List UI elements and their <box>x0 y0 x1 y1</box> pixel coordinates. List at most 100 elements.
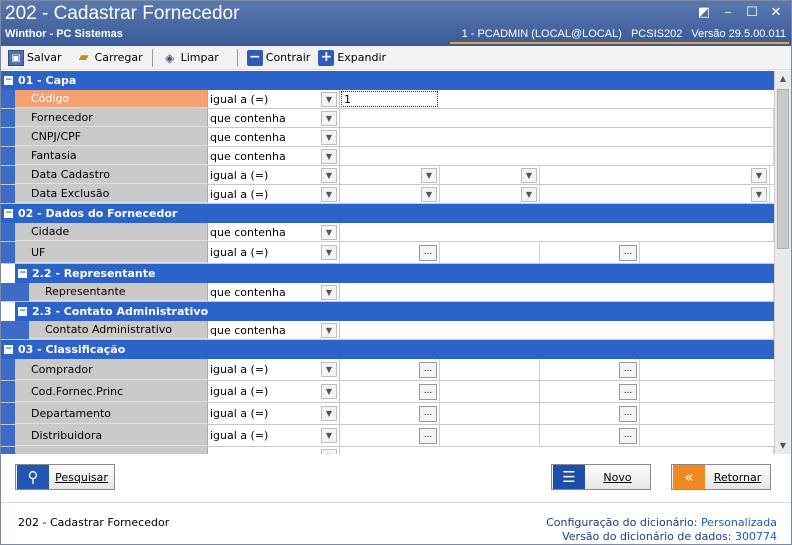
chevron-down-icon[interactable]: ▼ <box>321 148 337 164</box>
chevron-down-icon[interactable]: ▼ <box>751 186 767 202</box>
date-from-select[interactable]: ▼ <box>340 185 440 203</box>
vertical-scrollbar[interactable]: ▲ ▼ <box>774 71 791 454</box>
chevron-down-icon[interactable]: ▼ <box>321 129 337 145</box>
new-button[interactable]: ☰ Novo <box>551 464 651 490</box>
operator-select[interactable]: igual a (=) ▼ <box>208 359 340 380</box>
date-extra-select[interactable]: ▼ <box>540 166 770 184</box>
lookup-field[interactable]: ... <box>340 242 440 263</box>
operator-select[interactable]: igual a (=) ▼ <box>208 425 340 446</box>
operator-select[interactable]: igual a (=) ▼ <box>208 166 340 184</box>
toolbar-separator <box>151 48 153 67</box>
chevron-down-icon[interactable]: ▼ <box>321 186 337 202</box>
scroll-thumb[interactable] <box>777 89 789 249</box>
collapse-button[interactable]: − Contrair <box>243 48 315 68</box>
value-input[interactable] <box>340 109 774 127</box>
operator-value: que contenha <box>210 149 286 163</box>
ellipsis-button[interactable]: ... <box>619 383 637 400</box>
lookup-spacer <box>440 359 540 380</box>
expand-button[interactable]: + Expandir <box>314 48 390 68</box>
date-from-select[interactable]: ▼ <box>340 166 440 184</box>
chevron-down-icon[interactable]: ▼ <box>321 428 337 443</box>
chevron-down-icon[interactable]: ▼ <box>321 284 337 300</box>
collapse-toggle-icon[interactable]: − <box>4 345 13 354</box>
operator-select[interactable]: que contenha ▼ <box>208 109 340 127</box>
clear-button[interactable]: ◈ Limpar <box>158 48 223 68</box>
value-input[interactable] <box>340 147 774 165</box>
operator-select[interactable]: igual a (=) ▼ <box>208 403 340 424</box>
minimize-icon[interactable]: – <box>718 4 738 22</box>
ellipsis-button[interactable]: ... <box>419 405 437 422</box>
edit-icon[interactable]: ◩ <box>694 4 714 22</box>
section-representante[interactable]: − 2.2 - Representante <box>15 264 774 283</box>
operator-select[interactable]: igual a (=) ▼ <box>208 185 340 203</box>
lookup-field[interactable]: ... <box>540 242 640 263</box>
value-input[interactable] <box>340 283 774 301</box>
date-to-select[interactable]: ▼ <box>440 185 540 203</box>
collapse-toggle-icon[interactable]: − <box>18 269 27 278</box>
back-button[interactable]: « Retornar <box>671 464 771 490</box>
ellipsis-button[interactable]: ... <box>619 244 637 261</box>
section-dados-fornecedor[interactable]: − 02 - Dados do Fornecedor <box>1 204 774 223</box>
operator-select[interactable]: que contenha ▼ <box>208 283 340 301</box>
operator-select[interactable]: que contenha ▼ <box>208 147 340 165</box>
chevron-down-icon[interactable]: ▼ <box>321 322 337 338</box>
chevron-down-icon[interactable]: ▼ <box>321 448 337 454</box>
chevron-down-icon[interactable]: ▼ <box>421 186 437 202</box>
ellipsis-button[interactable]: ... <box>419 361 437 378</box>
section-capa[interactable]: − 01 - Capa <box>1 71 774 90</box>
lookup-field[interactable]: ... <box>340 403 440 424</box>
load-button[interactable]: ▰ Carregar <box>72 48 147 68</box>
chevron-down-icon[interactable]: ▼ <box>321 224 337 240</box>
ellipsis-button[interactable]: ... <box>419 383 437 400</box>
chevron-down-icon[interactable]: ▼ <box>321 406 337 421</box>
field-label: UF <box>15 242 208 263</box>
lookup-field[interactable]: ... <box>540 403 640 424</box>
chevron-down-icon[interactable]: ▼ <box>521 186 537 202</box>
value-input[interactable] <box>340 223 774 241</box>
operator-select[interactable]: que contenha ▼ <box>208 223 340 241</box>
ellipsis-button[interactable]: ... <box>619 427 637 444</box>
lookup-field[interactable]: ... <box>340 425 440 446</box>
chevron-down-icon[interactable]: ▼ <box>751 167 767 183</box>
chevron-down-icon[interactable]: ▼ <box>321 110 337 126</box>
ellipsis-button[interactable]: ... <box>619 361 637 378</box>
scroll-up-icon[interactable]: ▲ <box>777 73 789 85</box>
operator-select[interactable]: igual a (=) ▼ <box>208 242 340 263</box>
ellipsis-button[interactable]: ... <box>419 244 437 261</box>
operator-select[interactable]: igual a (=) ▼ <box>208 90 340 108</box>
operator-select[interactable]: igual a (=) ▼ <box>208 381 340 402</box>
scroll-down-icon[interactable]: ▼ <box>777 440 789 452</box>
operator-select[interactable]: que contenha ▼ <box>208 128 340 146</box>
ellipsis-button[interactable]: ... <box>419 427 437 444</box>
module-info: PCSIS202 <box>630 28 683 40</box>
section-classificacao[interactable]: − 03 - Classificação <box>1 340 774 359</box>
ellipsis-button[interactable]: ... <box>619 405 637 422</box>
lookup-field[interactable]: ... <box>540 425 640 446</box>
chevron-down-icon[interactable]: ▼ <box>321 167 337 183</box>
save-button[interactable]: ▣ Salvar <box>4 48 66 68</box>
value-input[interactable] <box>340 128 774 146</box>
chevron-down-icon[interactable]: ▼ <box>321 362 337 377</box>
collapse-toggle-icon[interactable]: − <box>4 209 13 218</box>
lookup-field[interactable]: ... <box>340 359 440 380</box>
lookup-spacer <box>440 242 540 263</box>
maximize-icon[interactable]: ☐ <box>742 4 762 22</box>
section-contato-administrativo[interactable]: − 2.3 - Contato Administrativo <box>15 302 774 321</box>
chevron-down-icon[interactable]: ▼ <box>421 167 437 183</box>
lookup-field[interactable]: ... <box>340 381 440 402</box>
search-button[interactable]: ⚲ Pesquisar <box>15 464 115 490</box>
collapse-toggle-icon[interactable]: − <box>18 307 27 316</box>
value-input[interactable]: 1 <box>341 91 438 107</box>
collapse-toggle-icon[interactable]: − <box>4 76 13 85</box>
chevron-down-icon[interactable]: ▼ <box>321 245 337 260</box>
lookup-field[interactable]: ... <box>540 359 640 380</box>
chevron-down-icon[interactable]: ▼ <box>521 167 537 183</box>
operator-select[interactable]: que contenha ▼ <box>208 321 340 339</box>
chevron-down-icon[interactable]: ▼ <box>321 384 337 399</box>
close-icon[interactable]: ✕ <box>766 4 786 22</box>
chevron-down-icon[interactable]: ▼ <box>321 91 337 107</box>
date-extra-select[interactable]: ▼ <box>540 185 770 203</box>
value-input[interactable] <box>340 321 774 339</box>
lookup-field[interactable]: ... <box>540 381 640 402</box>
date-to-select[interactable]: ▼ <box>440 166 540 184</box>
